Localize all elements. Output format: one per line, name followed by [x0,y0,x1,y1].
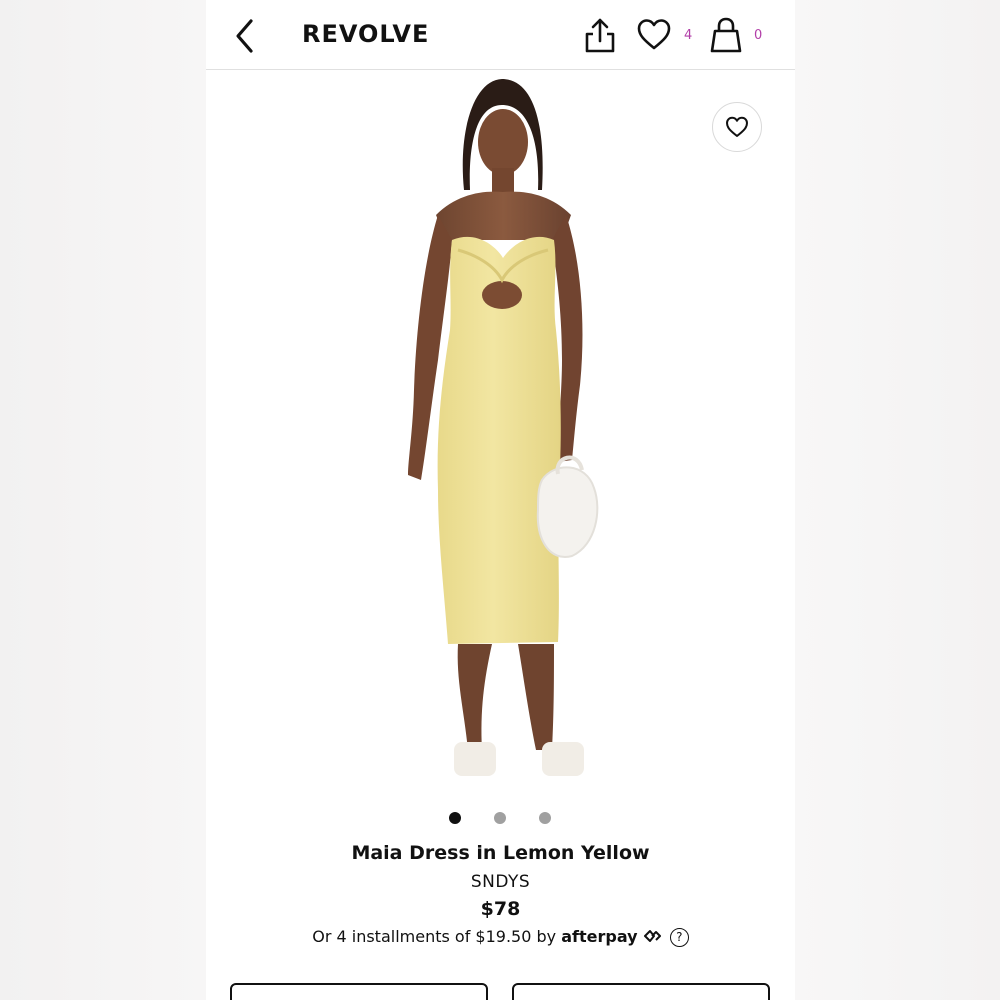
product-brand[interactable]: SNDYS [206,872,795,892]
wishlist-count-badge: 4 [684,28,693,43]
afterpay-arrows-icon [643,930,661,942]
add-to-favorites-button[interactable] [712,102,762,152]
select-size-button[interactable] [230,983,488,1000]
carousel-dot-2[interactable] [494,812,506,824]
brand-logo[interactable]: REVOLVE [302,20,429,48]
carousel-indicator [206,812,795,826]
carousel-dot-3[interactable] [539,812,551,824]
back-button[interactable] [230,16,262,56]
product-image[interactable] [206,70,795,800]
heart-icon [637,19,671,50]
add-to-bag-button[interactable] [512,983,770,1000]
chevron-left-icon [236,19,253,53]
page-background-right [795,0,1000,1000]
product-name: Maia Dress in Lemon Yellow [351,842,650,864]
installments-line: Or 4 installments of $19.50 by afterpay … [206,927,795,947]
share-button[interactable] [584,16,616,54]
heart-icon [726,116,748,137]
carousel-dot-1[interactable] [449,812,461,824]
shopping-bag-button[interactable] [708,16,744,54]
share-icon [585,18,615,53]
wishlist-button[interactable] [636,18,672,52]
afterpay-logo: afterpay [561,927,638,946]
bag-count-badge: 0 [754,28,763,43]
mobile-screen: REVOLVE 4 0 Maia Dress in Lemon Yellow S… [206,0,795,1000]
top-bar: REVOLVE 4 0 [206,0,795,70]
page-background-left [0,0,206,1000]
product-price: $78 [480,898,521,920]
installments-text: Or 4 installments of $19.50 by [312,927,557,946]
info-help-icon[interactable]: ? [669,928,689,947]
shopping-bag-icon [710,17,742,53]
